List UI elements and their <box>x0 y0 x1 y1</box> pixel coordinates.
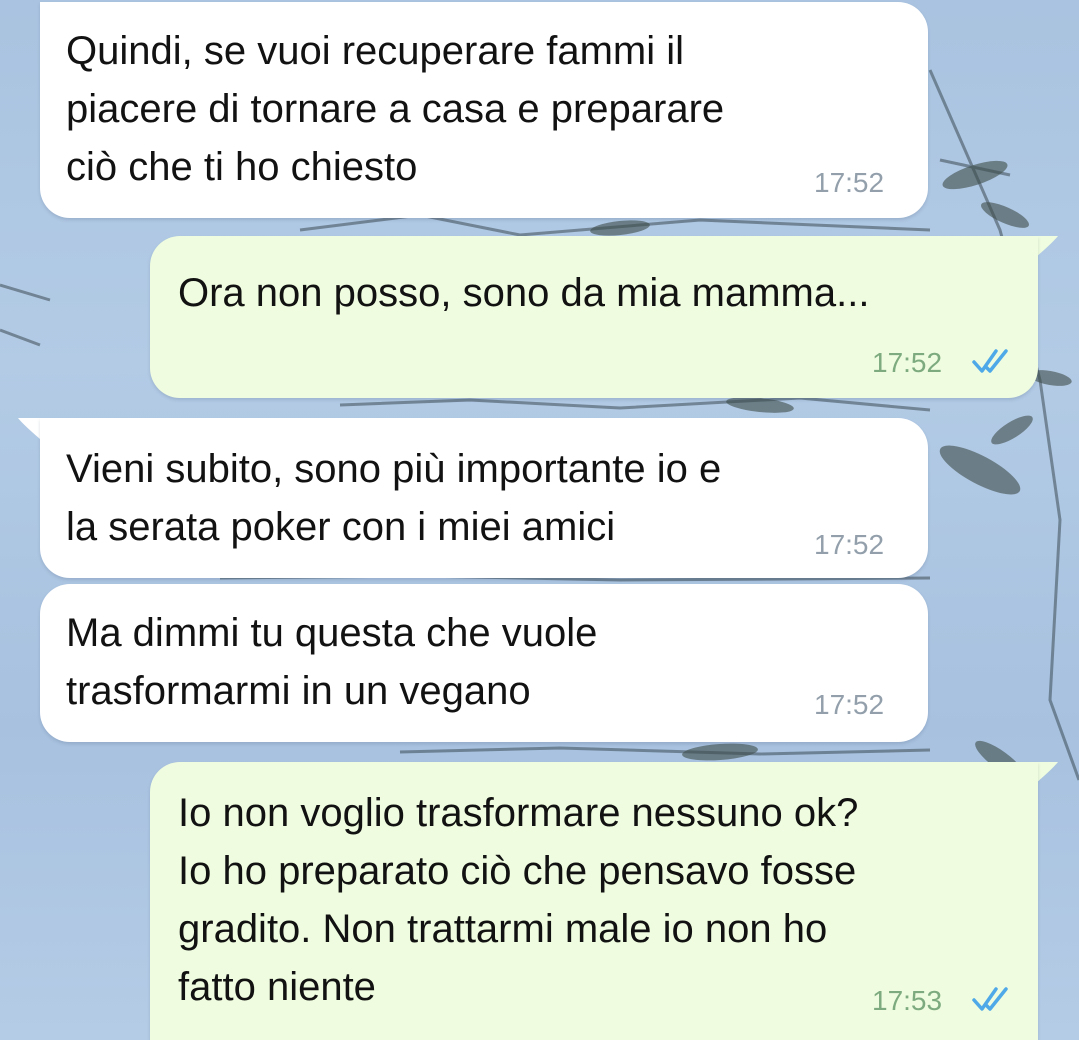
double-check-icon <box>972 987 1008 1011</box>
message-timestamp: 17:52 <box>814 167 885 198</box>
message-timestamp: 17:52 <box>814 529 885 560</box>
message-text: Ma dimmi tu questa che vuole trasformarm… <box>66 611 598 713</box>
incoming-message-bubble[interactable]: Ma dimmi tu questa che vuole trasformarm… <box>40 584 928 742</box>
message-timestamp: 17:52 <box>872 347 943 378</box>
message-text: Vieni subito, sono più importante io e l… <box>66 447 722 549</box>
outgoing-message-bubble[interactable]: Io non voglio trasformare nessuno ok? Io… <box>150 762 1038 1040</box>
message-timestamp: 17:52 <box>814 689 885 720</box>
message-text: Quindi, se vuoi recuperare fammi il piac… <box>66 29 725 189</box>
incoming-message-bubble[interactable]: Quindi, se vuoi recuperare fammi il piac… <box>40 2 928 218</box>
incoming-message-bubble[interactable]: Vieni subito, sono più importante io e l… <box>40 418 928 578</box>
message-timestamp: 17:53 <box>872 985 943 1016</box>
outgoing-message-bubble[interactable]: Ora non posso, sono da mia mamma... 17:5… <box>150 236 1038 398</box>
message-text: Io non voglio trasformare nessuno ok? Io… <box>178 791 859 1009</box>
message-text: Ora non posso, sono da mia mamma... <box>178 271 870 315</box>
double-check-icon <box>972 349 1008 373</box>
